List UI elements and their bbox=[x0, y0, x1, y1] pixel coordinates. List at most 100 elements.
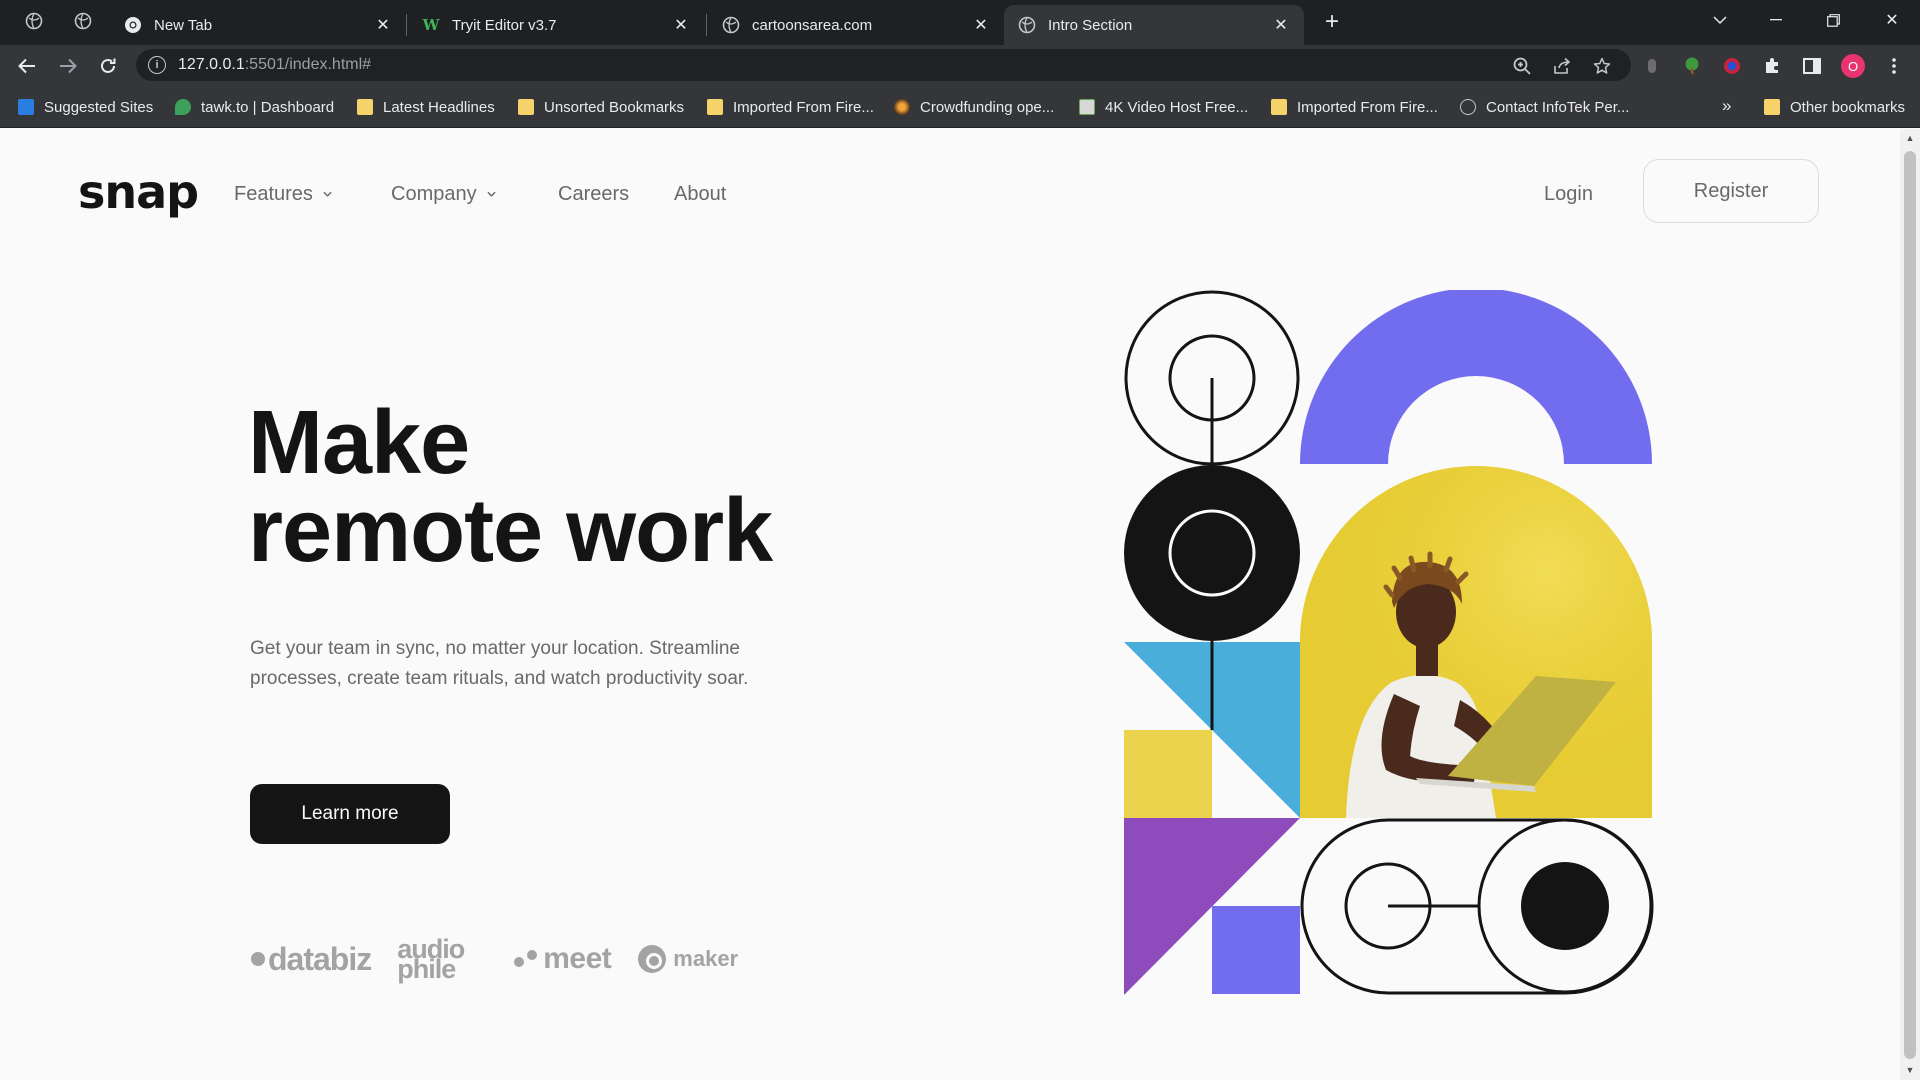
bookmark-imported-firefox[interactable]: Imported From Fire... bbox=[707, 96, 874, 118]
vpn-extension-icon[interactable] bbox=[1721, 55, 1743, 77]
profile-avatar[interactable]: O bbox=[1841, 54, 1865, 78]
chevron-down-icon bbox=[487, 191, 496, 197]
bookmark-tawk-dashboard[interactable]: tawk.to | Dashboard bbox=[175, 96, 334, 118]
site-info-icon[interactable]: i bbox=[148, 56, 166, 74]
reload-icon[interactable] bbox=[92, 50, 124, 82]
register-button[interactable]: Register bbox=[1643, 159, 1819, 223]
globe-icon bbox=[722, 16, 740, 34]
bookmarks-bar: Suggested Sites tawk.to | Dashboard Late… bbox=[0, 86, 1920, 128]
restore-icon[interactable] bbox=[1813, 4, 1853, 36]
client-logo-maker: maker bbox=[637, 944, 738, 974]
bookmark-unsorted[interactable]: Unsorted Bookmarks bbox=[518, 96, 684, 118]
client-name: maker bbox=[673, 946, 739, 971]
tab-search-chevron-icon[interactable] bbox=[1700, 4, 1740, 36]
kebab-menu-icon[interactable] bbox=[1883, 55, 1905, 77]
login-link[interactable]: Login bbox=[1544, 183, 1593, 206]
databiz-dot-icon bbox=[251, 952, 265, 966]
bookmark-label: Suggested Sites bbox=[44, 98, 154, 116]
headline-line-2: remote work bbox=[248, 481, 773, 581]
bookmarks-overflow-chevron[interactable]: » bbox=[1722, 96, 1731, 116]
chevron-down-icon bbox=[323, 191, 332, 197]
share-icon[interactable] bbox=[1551, 55, 1573, 77]
extension-icon[interactable] bbox=[1641, 55, 1663, 77]
bookmark-imported-firefox-2[interactable]: Imported From Fire... bbox=[1271, 96, 1438, 118]
close-icon[interactable]: ✕ bbox=[1272, 16, 1290, 34]
chrome-icon bbox=[124, 16, 142, 34]
meet-dots-icon bbox=[514, 950, 538, 967]
tab-title: cartoonsarea.com bbox=[752, 16, 873, 34]
nav-label: Company bbox=[391, 183, 477, 205]
new-tab-plus-icon[interactable]: + bbox=[1318, 8, 1346, 36]
nav-about[interactable]: About bbox=[674, 183, 726, 206]
nav-label: Careers bbox=[558, 183, 630, 205]
scroll-up-arrow-icon[interactable]: ▲ bbox=[1904, 133, 1916, 143]
zoom-icon[interactable] bbox=[1511, 55, 1533, 77]
purple-arch-shape bbox=[1300, 290, 1652, 464]
bookmark-label: Contact InfoTek Per... bbox=[1486, 98, 1630, 116]
pinned-tab-globe-icon[interactable] bbox=[63, 7, 103, 35]
tab-tryit-editor[interactable]: W Tryit Editor v3.7 ✕ bbox=[408, 5, 704, 45]
client-name: meet bbox=[543, 942, 612, 975]
yellow-square-shape bbox=[1124, 730, 1212, 818]
bookmark-4k-video-host[interactable]: 4K Video Host Free... bbox=[1079, 96, 1248, 118]
address-bar[interactable]: i 127.0.0.1:5501/index.html# bbox=[136, 49, 1631, 81]
video-icon bbox=[1079, 99, 1095, 115]
tab-separator bbox=[706, 14, 707, 36]
bookmark-crowdfunding[interactable]: Crowdfunding ope... bbox=[894, 96, 1054, 118]
url-host: 127.0.0.1 bbox=[178, 56, 245, 73]
tab-intro-section[interactable]: Intro Section ✕ bbox=[1004, 5, 1304, 45]
bookmark-suggested-sites[interactable]: Suggested Sites bbox=[18, 96, 153, 118]
folder-icon bbox=[1764, 99, 1780, 115]
hero-illustration bbox=[1124, 290, 1654, 995]
web-page: snap Features Company Careers About Logi… bbox=[0, 129, 1900, 1080]
bing-icon bbox=[18, 99, 34, 115]
scroll-thumb[interactable] bbox=[1904, 151, 1916, 1059]
bookmark-label: Latest Headlines bbox=[383, 98, 495, 116]
hero-subtext: Get your team in sync, no matter your lo… bbox=[250, 638, 749, 689]
browser-tab-bar: New Tab ✕ W Tryit Editor v3.7 ✕ cartoons… bbox=[0, 0, 1920, 45]
tab-cartoonsarea[interactable]: cartoonsarea.com ✕ bbox=[708, 5, 1004, 45]
nav-company[interactable]: Company bbox=[391, 183, 496, 206]
close-icon[interactable]: ✕ bbox=[972, 16, 990, 34]
extensions-puzzle-icon[interactable] bbox=[1761, 55, 1783, 77]
folder-icon bbox=[1271, 99, 1287, 115]
headline-line-1: Make bbox=[248, 393, 470, 493]
nav-features[interactable]: Features bbox=[234, 183, 332, 206]
scroll-down-arrow-icon[interactable]: ▼ bbox=[1904, 1065, 1916, 1075]
bookmark-other-bookmarks[interactable]: Other bookmarks bbox=[1764, 96, 1905, 118]
folder-icon bbox=[707, 99, 723, 115]
site-logo[interactable]: snap bbox=[78, 165, 199, 219]
tree-extension-icon[interactable] bbox=[1681, 55, 1703, 77]
client-logo-databiz: databiz bbox=[250, 940, 372, 978]
back-arrow-icon[interactable] bbox=[11, 50, 43, 82]
side-panel-icon[interactable] bbox=[1801, 55, 1823, 77]
tawk-icon bbox=[175, 99, 191, 115]
crowdfunding-icon bbox=[894, 99, 910, 115]
client-name-line-2: phile bbox=[397, 954, 456, 984]
tab-title: Tryit Editor v3.7 bbox=[452, 16, 557, 34]
minimize-icon[interactable] bbox=[1756, 4, 1796, 36]
client-name: databiz bbox=[268, 940, 372, 977]
nav-careers[interactable]: Careers bbox=[558, 183, 629, 206]
tab-title: New Tab bbox=[154, 16, 213, 34]
close-icon[interactable]: ✕ bbox=[374, 16, 392, 34]
pinned-tab-globe-icon[interactable] bbox=[14, 7, 54, 35]
bookmark-label: Crowdfunding ope... bbox=[920, 98, 1055, 116]
maker-logo-icon bbox=[638, 945, 667, 973]
hero-headline: Make remote work bbox=[248, 398, 773, 576]
bookmark-label: Other bookmarks bbox=[1790, 98, 1906, 116]
window-close-icon[interactable]: ✕ bbox=[1872, 4, 1912, 36]
bookmark-latest-headlines[interactable]: Latest Headlines bbox=[357, 96, 495, 118]
globe-icon bbox=[1460, 99, 1476, 115]
page-scrollbar[interactable]: ▲ ▼ bbox=[1900, 129, 1920, 1080]
bookmark-label: tawk.to | Dashboard bbox=[201, 98, 335, 116]
black-circle-shape bbox=[1124, 465, 1300, 641]
nav-label: Features bbox=[234, 183, 313, 205]
tab-new-tab[interactable]: New Tab ✕ bbox=[110, 5, 406, 45]
close-icon[interactable]: ✕ bbox=[672, 16, 690, 34]
tab-separator bbox=[406, 14, 407, 36]
learn-more-button[interactable]: Learn more bbox=[250, 784, 450, 844]
bookmark-star-icon[interactable] bbox=[1591, 55, 1613, 77]
forward-arrow-icon[interactable] bbox=[52, 50, 84, 82]
bookmark-contact-infotek[interactable]: Contact InfoTek Per... bbox=[1460, 96, 1629, 118]
